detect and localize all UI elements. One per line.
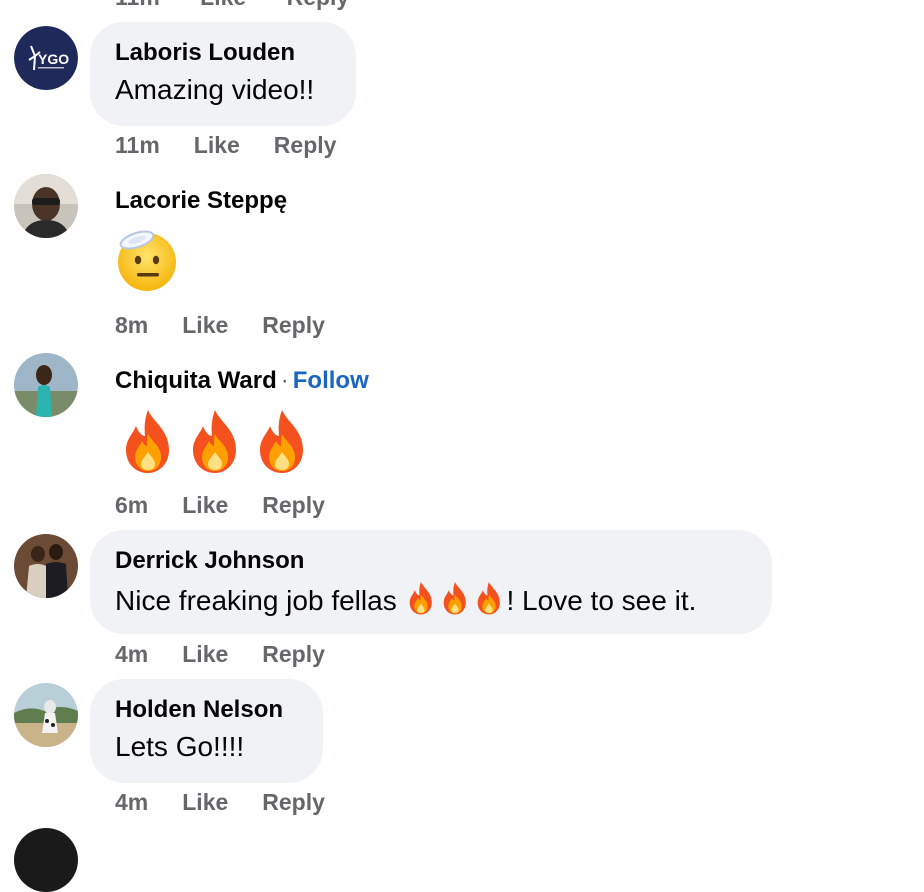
like-link[interactable]: Like [182, 311, 228, 339]
fire-emoji-icon [478, 582, 501, 615]
comment-actions: 4m Like Reply [115, 640, 325, 668]
comment-actions: 4m Like Reply [115, 788, 325, 816]
ygo-logo-icon: YGO [14, 26, 78, 90]
separator-dot: · [280, 367, 289, 394]
like-link[interactable]: Like [194, 131, 240, 159]
fire-emoji-icon [410, 582, 433, 615]
fire-emoji-icon [126, 410, 169, 473]
reply-link[interactable]: Reply [287, 0, 350, 10]
comment-author[interactable]: Holden Nelson [115, 695, 299, 725]
avatar[interactable] [14, 683, 78, 747]
face-with-halo-emoji-icon [118, 230, 176, 291]
comment-bubble: Holden Nelson Lets Go!!!! [90, 679, 323, 783]
like-link[interactable]: Like [182, 788, 228, 816]
comment-text: Nice freaking job fellas ! Love to see i… [115, 580, 748, 619]
like-link[interactable]: Like [200, 0, 246, 10]
avatar[interactable] [14, 174, 78, 238]
profile-photo-icon [14, 534, 78, 598]
comment-content: Lacorie Steppę [115, 186, 287, 294]
reply-link[interactable]: Reply [274, 131, 337, 159]
comment-time[interactable]: 6m [115, 491, 148, 519]
comment-time[interactable]: 8m [115, 311, 148, 339]
comment-bubble: Laboris Louden Amazing video!! [90, 22, 356, 126]
reply-link[interactable]: Reply [262, 788, 325, 816]
fire-emoji-icon [444, 582, 467, 615]
like-link[interactable]: Like [182, 640, 228, 668]
comment-author[interactable]: Chiquita Ward [115, 367, 277, 394]
comment-time: 11m [115, 0, 160, 10]
next-comment-avatar[interactable] [14, 828, 78, 892]
previous-comment-actions: 11m Like Reply [115, 0, 383, 11]
fire-emoji-icon [193, 410, 236, 473]
avatar[interactable]: YGO [14, 26, 78, 90]
follow-button[interactable]: Follow [293, 367, 369, 394]
reply-link[interactable]: Reply [262, 640, 325, 668]
comment-author[interactable]: Laboris Louden [115, 38, 332, 68]
fire-emoji-icon [260, 410, 303, 473]
comment-author-row: Chiquita Ward · Follow [115, 366, 369, 396]
profile-photo-icon [14, 353, 78, 417]
comment-emoji [115, 406, 369, 474]
profile-photo-icon [14, 174, 78, 238]
comment-actions: 8m Like Reply [115, 311, 325, 339]
avatar[interactable] [14, 353, 78, 417]
like-link[interactable]: Like [182, 491, 228, 519]
reply-link[interactable]: Reply [262, 491, 325, 519]
comment-bubble: Derrick Johnson Nice freaking job fellas… [90, 530, 772, 634]
comment-text-end: ! Love to see it. [506, 585, 697, 616]
comment-text-start: Nice freaking job fellas [115, 585, 397, 616]
avatar[interactable] [14, 534, 78, 598]
comment-author[interactable]: Derrick Johnson [115, 546, 748, 576]
comment-text: Amazing video!! [115, 74, 315, 105]
comment-time[interactable]: 11m [115, 131, 160, 159]
profile-photo-icon [14, 683, 78, 747]
comment-emoji [115, 226, 287, 294]
comment-time[interactable]: 4m [115, 640, 148, 668]
comment-actions: 6m Like Reply [115, 491, 325, 519]
comment-text: Lets Go!!!! [115, 731, 245, 762]
comment-actions: 11m Like Reply [115, 131, 336, 159]
svg-text:YGO: YGO [38, 51, 69, 67]
reply-link[interactable]: Reply [262, 311, 325, 339]
comment-author[interactable]: Lacorie Steppę [115, 186, 287, 216]
comment-content: Chiquita Ward · Follow [115, 366, 369, 474]
comment-time[interactable]: 4m [115, 788, 148, 816]
